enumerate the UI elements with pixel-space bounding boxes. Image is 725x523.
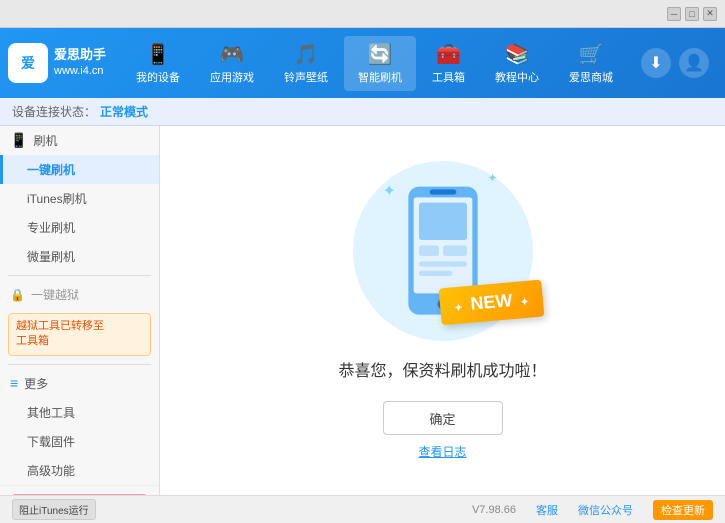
device-bottom-bar: 自动跳过 跳过向导 📱 iPhone 12 mini 64GB Down-12m… [0,485,160,495]
maximize-button[interactable]: □ [685,7,699,21]
success-message: 恭喜您，保资料刷机成功啦！ [338,357,546,381]
jailbreak-label: 一键越狱 [31,286,79,303]
nav-smart-flash[interactable]: 🔄 智能刷机 [344,36,416,91]
lock-icon: 🔒 [10,288,25,302]
app-window: 爱 爱思助手 www.i4.cn 📱 我的设备 🎮 应用游戏 🎵 铃声壁纸 🔄 [0,28,725,523]
divider-1 [8,275,151,276]
nav-tutorial[interactable]: 📚 教程中心 [481,36,553,91]
brand-name: 爱思助手 [54,46,106,64]
smart-flash-label: 智能刷机 [358,69,402,85]
confirm-button[interactable]: 确定 [383,401,503,435]
nav-toolbox[interactable]: 🧰 工具箱 [418,36,479,91]
window-controls[interactable]: ─ □ ✕ [667,7,717,21]
footer-itunes-area: 阻止iTunes运行 [12,499,96,520]
sparkle-2: ✦ [487,171,497,185]
phone-circle-bg: ✦ ✦ ✦ [353,161,533,341]
account-button[interactable]: 👤 [679,48,709,78]
flash-section-label: 刷机 [33,132,57,149]
new-badge: NEW [438,280,544,326]
smart-flash-icon: 🔄 [368,42,393,67]
footer-left: 阻止iTunes运行 [12,499,456,520]
toolbox-label: 工具箱 [432,69,465,85]
flash-section-icon: 📱 [10,132,27,149]
phone-illustration: ✦ ✦ ✦ [353,161,533,341]
header-right: ⬇ 👤 [641,48,717,78]
apps-games-icon: 🎮 [220,42,245,67]
status-label: 设备连接状态： [12,103,96,120]
sidebar-item-advanced[interactable]: 高级功能 [0,456,159,485]
download-button[interactable]: ⬇ [641,48,671,78]
sidebar: 📱 刷机 一键刷机 iTunes刷机 专业刷机 微量刷机 [0,126,160,485]
sidebar-item-save-flash[interactable]: 微量刷机 [0,242,159,271]
sidebar-item-one-click-flash[interactable]: 一键刷机 [0,155,159,184]
apps-games-label: 应用游戏 [210,69,254,85]
footer-version: V7.98.66 [472,504,516,516]
status-value: 正常模式 [100,103,148,120]
itunes-status-button[interactable]: 阻止iTunes运行 [12,499,96,520]
status-bar: 设备连接状态： 正常模式 [0,98,725,126]
mall-label: 爱思商城 [569,69,613,85]
nav-ringtones[interactable]: 🎵 铃声壁纸 [270,36,342,91]
close-button[interactable]: ✕ [703,7,717,21]
logo-area: 爱 爱思助手 www.i4.cn [8,43,108,83]
tutorial-label: 教程中心 [495,69,539,85]
sidebar-section-jailbreak: 🔒 一键越狱 [0,280,159,309]
my-device-label: 我的设备 [136,69,180,85]
nav-my-device[interactable]: 📱 我的设备 [122,36,194,91]
cancel-link[interactable]: 查看日志 [418,443,466,460]
footer-right: V7.98.66 客服 微信公众号 检查更新 [472,500,713,520]
nav-mall[interactable]: 🛒 爱思商城 [555,36,627,91]
check-update-button[interactable]: 检查更新 [653,500,713,520]
sidebar-item-download-fw[interactable]: 下载固件 [0,427,159,456]
content-area: 📱 刷机 一键刷机 iTunes刷机 专业刷机 微量刷机 [0,126,725,495]
tutorial-icon: 📚 [505,42,530,67]
ringtones-icon: 🎵 [294,42,319,67]
nav-bar: 📱 我的设备 🎮 应用游戏 🎵 铃声壁纸 🔄 智能刷机 🧰 工具箱 📚 [108,36,641,91]
minimize-button[interactable]: ─ [667,7,681,21]
ringtones-label: 铃声壁纸 [284,69,328,85]
footer-wechat-public[interactable]: 微信公众号 [578,502,633,518]
more-section-label: 更多 [24,375,48,392]
my-device-icon: 📱 [146,42,171,67]
footer-customer-service[interactable]: 客服 [536,502,558,518]
divider-2 [8,364,151,365]
mall-icon: 🛒 [579,42,604,67]
sidebar-section-more[interactable]: ≡ 更多 [0,369,159,398]
sidebar-item-other-tools[interactable]: 其他工具 [0,398,159,427]
logo-icon: 爱 [8,43,48,83]
app-footer: 阻止iTunes运行 V7.98.66 客服 微信公众号 检查更新 [0,495,725,523]
jailbreak-notice: 越狱工具已转移至工具箱 [8,313,151,356]
sidebar-item-itunes-flash[interactable]: iTunes刷机 [0,184,159,213]
brand-url: www.i4.cn [54,64,106,79]
title-bar: ─ □ ✕ [0,0,725,28]
nav-apps-games[interactable]: 🎮 应用游戏 [196,36,268,91]
app-header: 爱 爱思助手 www.i4.cn 📱 我的设备 🎮 应用游戏 🎵 铃声壁纸 🔄 [0,28,725,98]
sparkle-1: ✦ [383,181,396,201]
toolbox-icon: 🧰 [436,42,461,67]
sidebar-item-pro-flash[interactable]: 专业刷机 [0,213,159,242]
logo-text: 爱思助手 www.i4.cn [54,46,106,80]
sidebar-section-flash[interactable]: 📱 刷机 [0,126,159,155]
left-panel: 📱 刷机 一键刷机 iTunes刷机 专业刷机 微量刷机 [0,126,160,495]
main-panel: ✦ ✦ ✦ [160,126,725,495]
more-section-icon: ≡ [10,375,18,391]
success-area: ✦ ✦ ✦ [160,126,725,495]
